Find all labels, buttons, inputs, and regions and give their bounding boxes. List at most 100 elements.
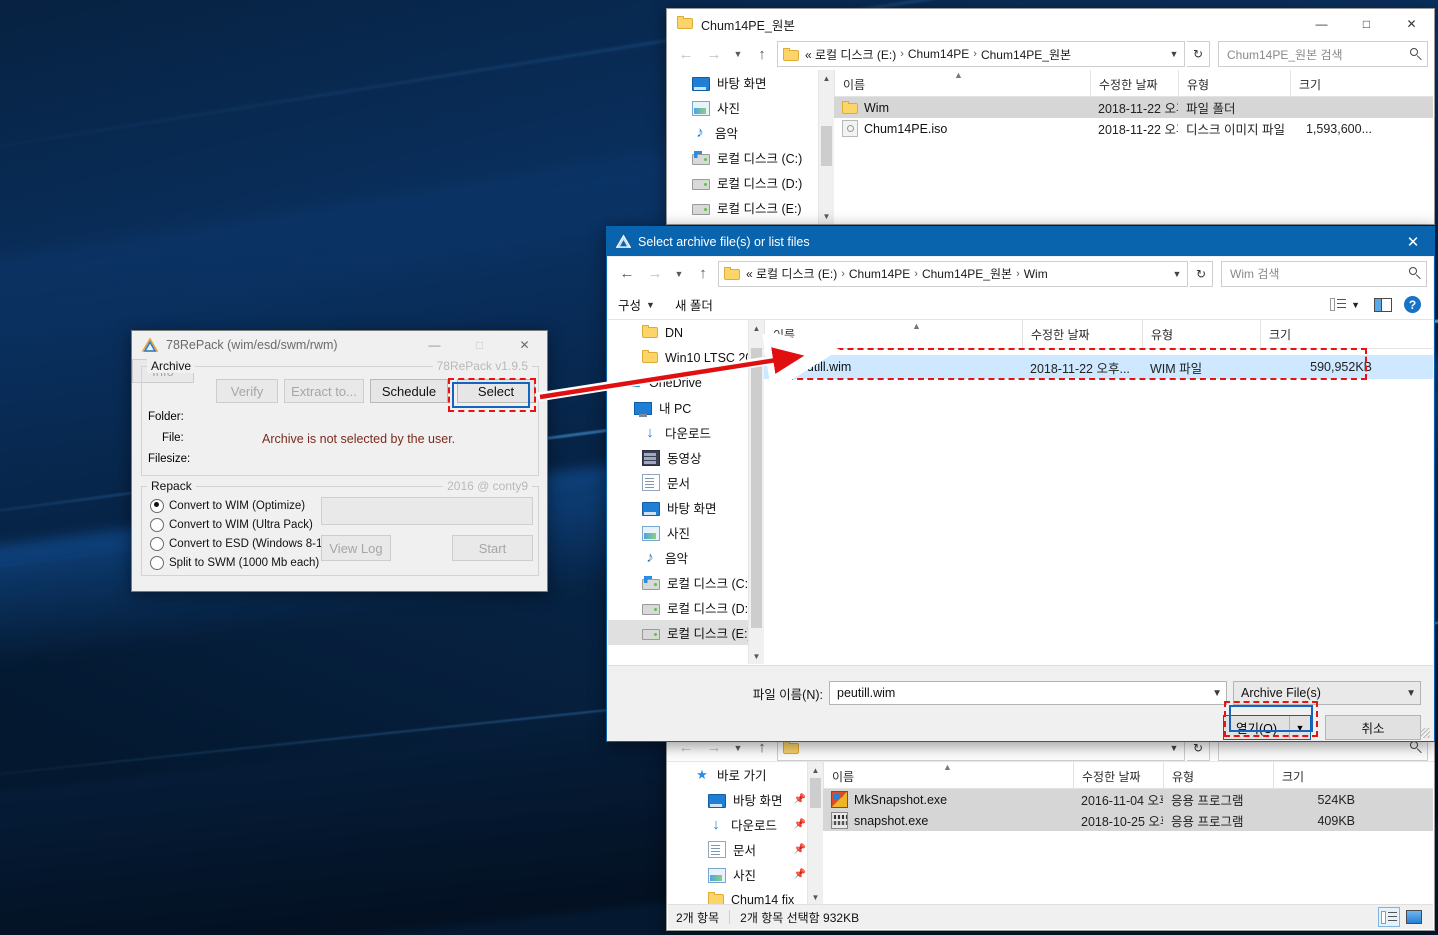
close-button[interactable]: ✕ <box>1389 9 1434 39</box>
breadcrumb-item-1[interactable]: Chum14PE <box>847 267 912 281</box>
column-header-2[interactable]: 유형 <box>1142 320 1260 348</box>
file-list-pane[interactable]: ▲ 이름 수정한 날짜 유형 크기 peutill.wim 2018-11-22 오후.… <box>764 320 1433 664</box>
breadcrumb-dropdown-icon[interactable]: ▼ <box>1166 43 1182 65</box>
table-row[interactable]: Wim 2018-11-22 오후... 파일 폴더 <box>834 97 1433 118</box>
breadcrumb-item-2[interactable]: Chum14PE_원본 <box>920 265 1014 282</box>
nav-item-1[interactable]: 사진 <box>692 95 818 120</box>
column-header-2[interactable]: 유형 <box>1178 70 1290 96</box>
radio-indicator[interactable] <box>150 498 164 513</box>
scrollbar-thumb[interactable] <box>751 348 762 628</box>
forward-button[interactable]: → <box>642 262 668 286</box>
close-icon[interactable]: ✕ <box>1392 227 1434 256</box>
nav-item-0[interactable]: ★ 바로 가기 <box>686 762 818 787</box>
navigation-pane[interactable]: DN Win10 LTSC 20 ☁ OneDrive 내 PC ↓ 다운로드 동영상 문서 바탕… <box>608 320 756 664</box>
table-row[interactable]: snapshot.exe 2018-10-25 오후... 응용 프로그램 409KB <box>823 810 1433 831</box>
search-box[interactable]: Chum14PE_원본 검색 <box>1218 41 1428 67</box>
scroll-down-icon[interactable]: ▼ <box>808 889 823 905</box>
breadcrumb-dropdown-icon[interactable]: ▼ <box>1169 263 1185 285</box>
table-row[interactable]: Chum14PE.iso 2018-11-22 오후... 디스크 이미지 파일 1,… <box>834 118 1433 139</box>
scrollbar-thumb[interactable] <box>810 778 821 808</box>
file-list[interactable]: MkSnapshot.exe 2016-11-04 오후... 응용 프로그램 524… <box>823 789 1433 831</box>
nav-item-9[interactable]: ♪ 음악 <box>608 545 756 570</box>
large-icons-view-button[interactable] <box>1403 907 1425 927</box>
chevron-down-icon[interactable]: ▼ <box>1400 688 1416 699</box>
scroll-up-icon[interactable]: ▲ <box>808 762 823 778</box>
start-button[interactable]: Start <box>452 535 533 561</box>
nav-item-10[interactable]: 로컬 디스크 (C:) <box>608 570 756 595</box>
nav-item-3[interactable]: 내 PC <box>608 395 756 420</box>
recent-locations-icon[interactable]: ▼ <box>670 262 688 286</box>
nav-item-5[interactable]: 동영상 <box>608 445 756 470</box>
new-folder-button[interactable]: 새 폴더 <box>665 290 723 319</box>
up-button[interactable]: ↑ <box>690 262 716 286</box>
title-bar[interactable]: 78RePack (wim/esd/swm/rwm) — □ ✕ <box>132 331 547 359</box>
file-list[interactable]: Wim 2018-11-22 오후... 파일 폴더 Chum14PE.iso 2018… <box>834 97 1433 139</box>
scroll-up-icon[interactable]: ▲ <box>819 70 834 86</box>
column-header-3[interactable]: 크기 <box>1290 70 1380 96</box>
nav-item-2[interactable]: ↓ 다운로드 📌 <box>686 812 818 837</box>
radio-option-2[interactable]: Convert to ESD (Windows 8-10) <box>150 534 350 553</box>
column-header-1[interactable]: 수정한 날짜 <box>1022 320 1142 348</box>
schedule-button[interactable]: Schedule <box>370 379 448 403</box>
nav-item-0[interactable]: DN <box>608 320 756 345</box>
breadcrumb-item-2[interactable]: Chum14PE_원본 <box>979 46 1073 63</box>
verify-button[interactable]: Verify <box>216 379 278 403</box>
nav-item-2[interactable]: ♪ 음악 <box>692 120 818 145</box>
nav-item-5[interactable]: Chum14 fix <box>686 887 818 905</box>
minimize-button[interactable]: — <box>412 330 457 360</box>
nav-scrollbar[interactable]: ▲ ▼ <box>748 320 764 664</box>
radio-indicator[interactable] <box>150 555 164 570</box>
file-list-pane[interactable]: ▲ 이름 수정한 날짜 유형 크기 MkSnapshot.exe 2016-11-04 … <box>823 762 1433 905</box>
dialog-title-bar[interactable]: Select archive file(s) or list files ✕ <box>607 227 1434 256</box>
open-button[interactable]: 열기(O) ▼ <box>1223 715 1311 740</box>
nav-item-4[interactable]: ↓ 다운로드 <box>608 420 756 445</box>
navigation-pane[interactable]: ★ 바로 가기 바탕 화면 📌 ↓ 다운로드 📌 문서 📌 사진 📌 Chum14 fix <box>668 762 818 905</box>
explorer-window-bottom[interactable]: ← → ▼ ↑ ▼ ↻ ★ 바로 가기 바탕 화면 📌 ↓ 다운로드 📌 문서 📌 사진 📌 Chum… <box>666 733 1435 931</box>
scrollbar-thumb[interactable] <box>821 126 832 166</box>
column-header-row[interactable]: ▲ 이름 수정한 날짜 유형 크기 <box>823 762 1433 789</box>
organize-menu[interactable]: 구성 ▼ <box>608 290 665 319</box>
recent-locations-icon[interactable]: ▼ <box>729 42 747 66</box>
address-bar[interactable]: ← → ▼ ↑ « 로컬 디스크 (E:) › Chum14PE › Chum1… <box>667 39 1434 69</box>
column-header-row[interactable]: ▲ 이름 수정한 날짜 유형 크기 <box>834 70 1433 97</box>
select-button[interactable]: Select <box>457 379 535 403</box>
scroll-up-icon[interactable]: ▲ <box>749 320 764 336</box>
column-header-3[interactable]: 크기 <box>1273 762 1363 788</box>
repack-window[interactable]: 78RePack (wim/esd/swm/rwm) — □ ✕ Archive… <box>131 330 548 592</box>
table-row[interactable]: MkSnapshot.exe 2016-11-04 오후... 응용 프로그램 524… <box>823 789 1433 810</box>
repack-options-group[interactable]: Convert to WIM (Optimize) Convert to WIM … <box>150 496 350 572</box>
breadcrumb-item-0[interactable]: « 로컬 디스크 (E:) <box>803 46 898 63</box>
breadcrumb-item-3[interactable]: Wim <box>1022 267 1050 281</box>
radio-option-0[interactable]: Convert to WIM (Optimize) <box>150 496 350 515</box>
table-row[interactable]: peutill.wim 2018-11-22 오후... WIM 파일 590,952… <box>764 355 1433 379</box>
address-bar[interactable]: ← → ▼ ↑ « 로컬 디스크 (E:) › Chum14PE › Chum1… <box>608 257 1433 290</box>
column-header-1[interactable]: 수정한 날짜 <box>1073 762 1163 788</box>
details-view-button[interactable] <box>1378 907 1400 927</box>
scroll-down-icon[interactable]: ▼ <box>749 648 764 664</box>
view-log-button[interactable]: View Log <box>321 535 391 561</box>
back-button[interactable]: ← <box>673 42 699 66</box>
title-bar[interactable]: Chum14PE_원본 — □ ✕ <box>667 9 1434 39</box>
cancel-button[interactable]: 취소 <box>1325 715 1421 740</box>
nav-item-12[interactable]: 로컬 디스크 (E:) <box>608 620 756 645</box>
column-header-0[interactable]: 이름 <box>764 320 1022 348</box>
column-header-row[interactable]: ▲ 이름 수정한 날짜 유형 크기 <box>764 320 1433 349</box>
column-header-3[interactable]: 크기 <box>1260 320 1380 348</box>
nav-item-7[interactable]: 바탕 화면 <box>608 495 756 520</box>
change-view-button[interactable]: ▼ <box>1326 290 1364 319</box>
nav-item-4[interactable]: 로컬 디스크 (D:) <box>692 170 818 195</box>
breadcrumb-item-0[interactable]: « 로컬 디스크 (E:) <box>744 265 839 282</box>
breadcrumb[interactable]: « 로컬 디스크 (E:) › Chum14PE › Chum14PE_원본 ›… <box>718 260 1188 287</box>
command-bar[interactable]: 구성 ▼ 새 폴더 ▼ ? <box>608 290 1433 320</box>
open-dropdown-arrow-icon[interactable]: ▼ <box>1289 716 1310 739</box>
maximize-button[interactable]: □ <box>457 330 502 360</box>
nav-item-4[interactable]: 사진 📌 <box>686 862 818 887</box>
close-button[interactable]: ✕ <box>502 330 547 360</box>
radio-option-1[interactable]: Convert to WIM (Ultra Pack) <box>150 515 350 534</box>
column-header-1[interactable]: 수정한 날짜 <box>1090 70 1178 96</box>
up-button[interactable]: ↑ <box>749 42 775 66</box>
maximize-button[interactable]: □ <box>1344 9 1389 39</box>
forward-button[interactable]: → <box>701 42 727 66</box>
navigation-pane[interactable]: 바탕 화면 사진 ♪ 음악 로컬 디스크 (C:) 로컬 디스크 (D:) 로컬 디스크 (… <box>668 70 818 223</box>
radio-indicator[interactable] <box>150 517 164 532</box>
